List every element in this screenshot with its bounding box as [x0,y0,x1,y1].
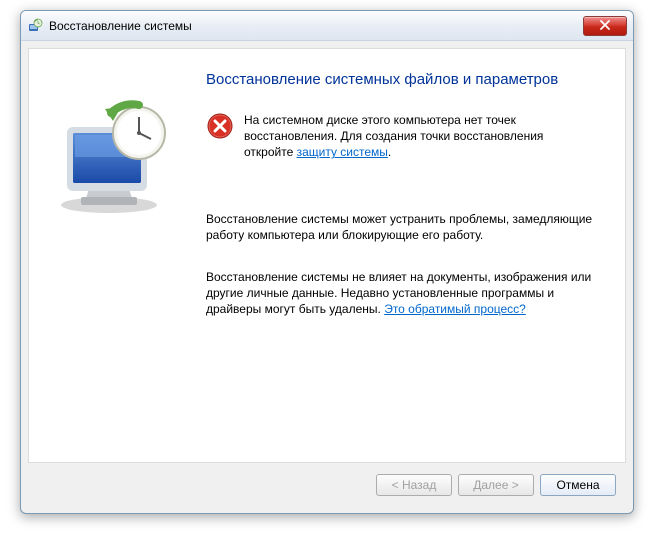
restore-illustration-icon [51,97,179,225]
main-content: Восстановление системных файлов и параме… [29,49,625,462]
paragraph-2: Восстановление системы не влияет на доку… [206,269,603,318]
error-text-pre: На системном диске этого компьютера нет … [244,113,543,159]
error-text-post: . [388,145,391,159]
illustration-column [51,71,196,452]
paragraph-1: Восстановление системы может устранить п… [206,211,603,243]
error-text: На системном диске этого компьютера нет … [244,112,593,161]
error-block: На системном диске этого компьютера нет … [206,112,603,161]
next-button: Далее > [458,474,534,496]
back-button: < Назад [376,474,452,496]
cancel-button[interactable]: Отмена [540,474,616,496]
button-bar: < Назад Далее > Отмена [28,464,626,506]
error-icon [206,112,234,140]
title-bar: Восстановление системы [21,11,633,41]
content-area: Восстановление системных файлов и параме… [28,48,626,463]
system-protection-link[interactable]: защиту системы [297,145,388,159]
text-column: Восстановление системных файлов и параме… [196,71,603,452]
page-title: Восстановление системных файлов и параме… [206,71,603,88]
reversible-process-link[interactable]: Это обратимый процесс? [384,302,526,316]
dialog-window: Восстановление системы [20,10,634,514]
close-button[interactable] [583,16,627,36]
close-icon [599,19,611,33]
window-title: Восстановление системы [49,19,583,33]
restore-icon [27,18,43,34]
